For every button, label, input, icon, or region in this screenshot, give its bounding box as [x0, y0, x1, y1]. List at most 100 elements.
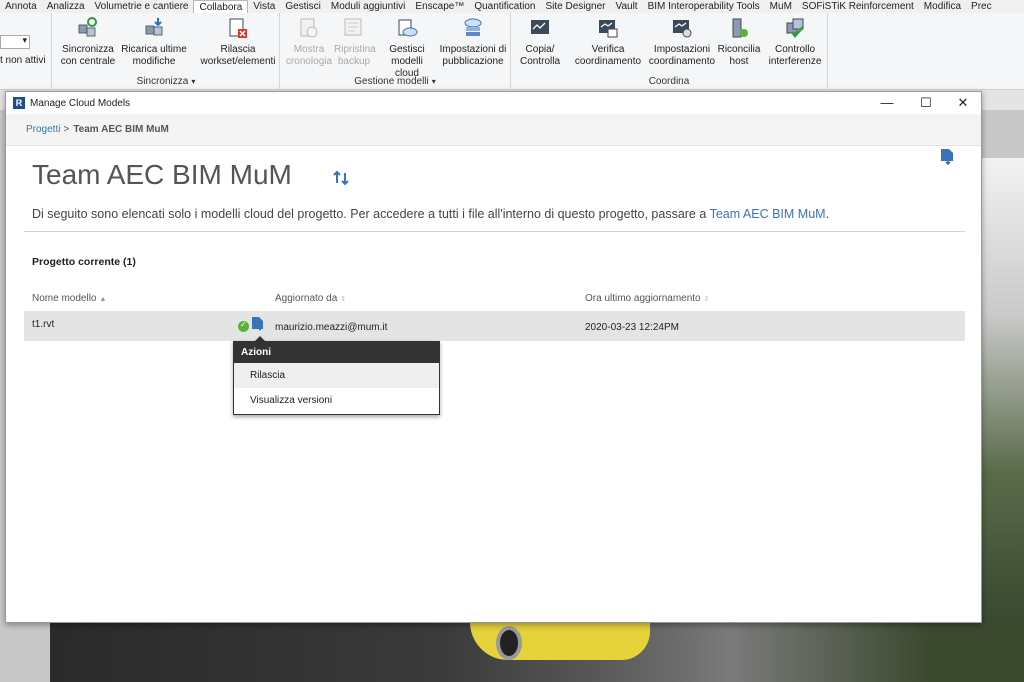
tab-mum[interactable]: MuM — [765, 0, 797, 13]
panel-gestione-modelli: Mostra cronologia Ripristina backup Gest… — [280, 13, 511, 90]
reload-latest-label: Ricarica ultime modifiche — [121, 44, 187, 67]
minimize-button[interactable]: — — [869, 92, 905, 114]
table-row[interactable] — [24, 311, 965, 341]
relinquish-button[interactable]: Rilascia workset/elementi — [199, 17, 277, 68]
menu-title: Azioni — [234, 342, 439, 363]
tab-prec[interactable]: Prec — [966, 0, 997, 13]
panel-sincronizza: Sincronizza con centrale Ricarica ultime… — [53, 13, 280, 90]
panel-title-sincronizza[interactable]: Sincronizza ▾ — [53, 76, 279, 87]
breadcrumb-projects-link[interactable]: Progetti — [26, 124, 60, 135]
reload-latest-button[interactable]: Ricarica ultime modifiche — [121, 17, 187, 68]
tab-gestisci[interactable]: Gestisci — [280, 0, 326, 13]
copy-monitor-button[interactable]: Copia/ Controlla — [517, 17, 563, 68]
tab-enscape[interactable]: Enscape™ — [410, 0, 469, 13]
breadcrumb: Progetti > Team AEC BIM MuM — [6, 114, 981, 146]
export-document-icon[interactable] — [940, 149, 954, 165]
revit-logo-icon: R — [13, 97, 25, 109]
publish-settings-button[interactable]: Impostazioni di pubblicazione — [438, 17, 508, 68]
coordination-settings-button[interactable]: Impostazioni coordinamento — [647, 17, 717, 68]
description-suffix: . — [825, 207, 830, 221]
relinquish-label: Rilascia workset/elementi — [200, 44, 276, 67]
maximize-button[interactable]: ☐ — [908, 92, 944, 114]
manage-cloud-models-label: Gestisci modelli cloud — [389, 44, 425, 79]
tab-analizza[interactable]: Analizza — [42, 0, 90, 13]
section-title: Progetto corrente (1) — [32, 256, 136, 268]
coordination-review-button[interactable]: Verifica coordinamento — [573, 17, 643, 68]
file-actions-icon[interactable] — [251, 317, 264, 332]
tab-vista[interactable]: Vista — [248, 0, 280, 13]
cloud-models-icon — [396, 17, 418, 39]
interference-check-button[interactable]: Controllo interferenze — [765, 17, 825, 68]
sync-central-icon — [77, 17, 99, 39]
interference-check-label: Controllo interferenze — [768, 44, 822, 67]
panel-title-coordina: Coordina — [648, 76, 690, 87]
panel-title-gestione-modelli[interactable]: Gestione modelli ▾ — [280, 76, 510, 87]
refresh-icon[interactable] — [332, 169, 350, 187]
show-history-button[interactable]: Mostra cronologia — [284, 17, 334, 68]
coordination-review-label: Verifica coordinamento — [574, 44, 642, 67]
status-ok-icon — [238, 320, 249, 332]
panel-coordina: Copia/ Controlla Verifica coordinamento … — [511, 13, 828, 90]
close-button[interactable]: ✕ — [945, 92, 981, 114]
publish-settings-label: Impostazioni di pubblicazione — [439, 44, 507, 67]
sort-asc-icon: ▲ — [99, 296, 107, 303]
column-header-updated-by[interactable]: Aggiornato da ⇕ — [275, 293, 346, 304]
updated-by-cell: maurizio.meazzi@mum.it — [275, 322, 388, 333]
description-text: Di seguito sono elencati solo i modelli … — [32, 207, 829, 221]
column-header-model-name[interactable]: Nome modello ▲ — [32, 293, 106, 304]
tab-quantification[interactable]: Quantification — [469, 0, 540, 13]
sync-with-central-button[interactable]: Sincronizza con centrale — [58, 17, 118, 68]
reload-icon — [143, 17, 165, 39]
dialog-titlebar: R Manage Cloud Models — ☐ ✕ — [6, 92, 981, 114]
coordination-settings-label: Impostazioni coordinamento — [648, 44, 716, 67]
manage-cloud-models-button[interactable]: Gestisci modelli cloud — [378, 17, 436, 80]
restore-backup-label: Ripristina backup — [334, 44, 376, 67]
tab-volumetrie[interactable]: Volumetrie e cantiere — [90, 0, 194, 13]
menu-item-visualizza-versioni[interactable]: Visualizza versioni — [234, 388, 439, 413]
publish-settings-icon — [462, 17, 484, 39]
tab-moduli[interactable]: Moduli aggiuntivi — [326, 0, 411, 13]
dialog-title: Manage Cloud Models — [30, 97, 131, 109]
actions-context-menu: Azioni Rilascia Visualizza versioni — [233, 336, 440, 415]
coordination-settings-icon — [671, 17, 693, 39]
tab-collabora[interactable]: Collabora — [193, 0, 249, 13]
sort-icon: ⇕ — [703, 296, 710, 303]
tab-sofistik[interactable]: SOFiSTiK Reinforcement — [797, 0, 919, 13]
page-title: Team AEC BIM MuM — [32, 159, 292, 190]
ribbon-tab-bar: Annota Analizza Volumetrie e cantiere Co… — [0, 0, 1024, 13]
reconcile-hosting-icon — [728, 17, 750, 39]
car-wheel — [496, 626, 522, 660]
history-icon — [298, 17, 320, 39]
show-history-label: Mostra cronologia — [285, 44, 333, 67]
description-prefix: Di seguito sono elencati solo i modelli … — [32, 207, 710, 221]
sort-icon: ⇕ — [340, 296, 347, 303]
relinquish-icon — [227, 17, 249, 39]
tab-annota[interactable]: Annota — [0, 0, 42, 13]
3d-viewport-right — [982, 158, 1024, 682]
tab-vault[interactable]: Vault — [611, 0, 643, 13]
tab-modifica[interactable]: Modifica — [919, 0, 966, 13]
interference-check-icon — [784, 17, 806, 39]
breadcrumb-separator: > — [63, 124, 70, 135]
reconcile-hosting-label: Riconcilia host — [717, 44, 761, 67]
column-header-last-updated[interactable]: Ora ultimo aggiornamento ⇕ — [585, 293, 710, 304]
workset-label: t non attivi — [0, 55, 46, 66]
backup-icon — [343, 17, 365, 39]
manage-cloud-models-dialog: R Manage Cloud Models — ☐ ✕ Progetti > Tea… — [5, 91, 982, 623]
tab-site-designer[interactable]: Site Designer — [540, 0, 610, 13]
menu-item-rilascia[interactable]: Rilascia — [234, 363, 439, 388]
restore-backup-button[interactable]: Ripristina backup — [334, 17, 376, 68]
project-link[interactable]: Team AEC BIM MuM — [710, 207, 826, 221]
model-name-cell: t1.rvt — [32, 319, 55, 330]
ribbon: t non attivi Sincronizza con centrale Ri… — [0, 13, 1024, 90]
breadcrumb-current: Team AEC BIM MuM — [73, 124, 169, 135]
copy-monitor-label: Copia/ Controlla — [519, 44, 561, 67]
copy-monitor-icon — [529, 17, 551, 39]
divider — [24, 231, 965, 232]
tab-bim-interop[interactable]: BIM Interoperability Tools — [643, 0, 765, 13]
reconcile-hosting-button[interactable]: Riconcilia host — [716, 17, 762, 68]
sync-with-central-label: Sincronizza con centrale — [60, 44, 116, 67]
coordination-review-icon — [597, 17, 619, 39]
workset-dropdown[interactable] — [0, 35, 30, 49]
ribbon-left-panel: t non attivi — [0, 13, 52, 90]
